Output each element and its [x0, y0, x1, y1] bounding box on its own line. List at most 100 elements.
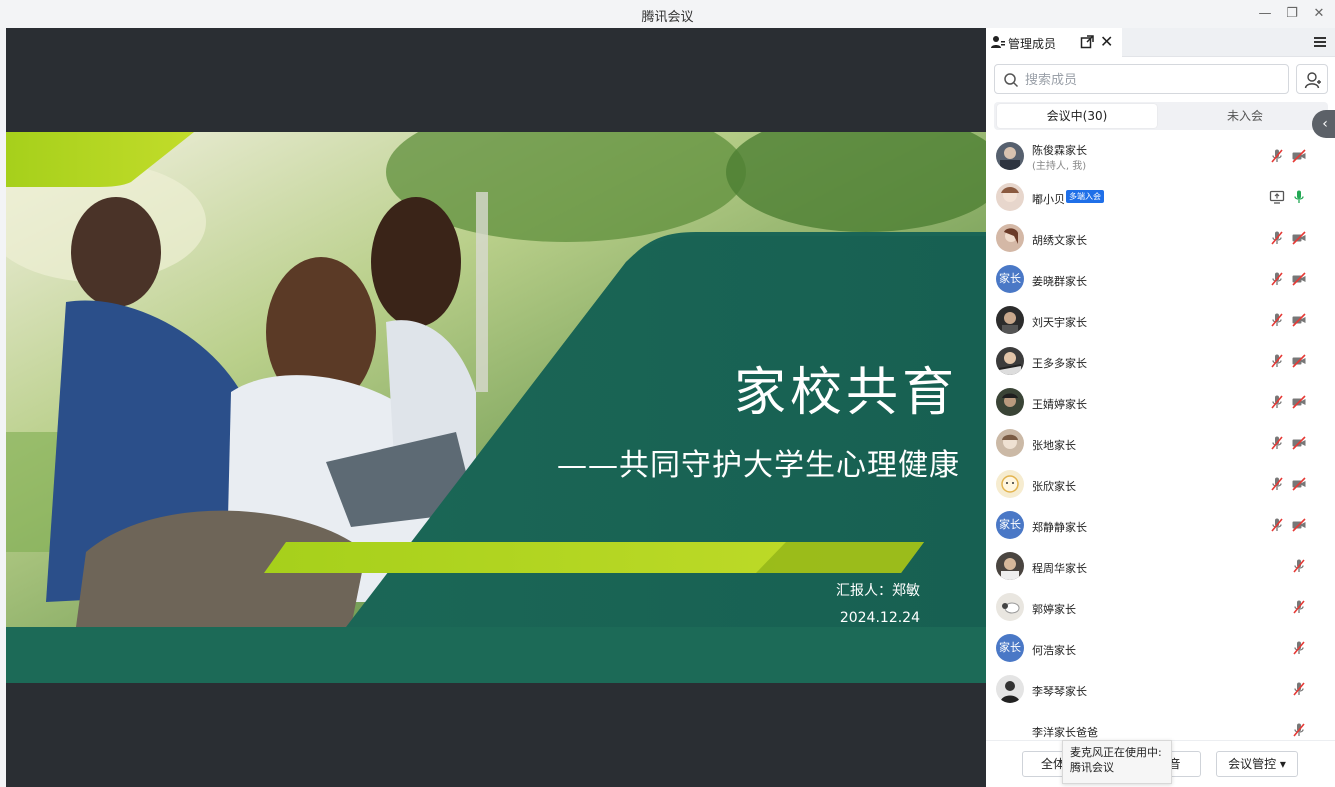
list-item[interactable]: 王多多家长: [986, 341, 1335, 382]
invite-member-button[interactable]: [1296, 64, 1328, 94]
avatar: [996, 183, 1024, 211]
mic-muted-icon[interactable]: [1269, 312, 1285, 328]
tab-manage-members[interactable]: 管理成员 ✕: [986, 28, 1122, 57]
camera-off-icon[interactable]: [1291, 148, 1307, 164]
mic-in-use-tooltip: 麦克风正在使用中: 腾讯会议: [1062, 740, 1172, 784]
avatar: [996, 675, 1024, 703]
member-name: 胡绣文家长: [1032, 234, 1087, 247]
list-item[interactable]: 家长 姜晓群家长: [986, 259, 1335, 300]
member-name: 李琴琴家长: [1032, 685, 1087, 698]
screen-share-icon[interactable]: [1269, 189, 1285, 205]
presentation-slide: 家校共育 ——共同守护大学生心理健康 汇报人：郑敏 2024.12.24: [6, 132, 986, 683]
mic-muted-icon[interactable]: [1291, 599, 1307, 615]
list-item[interactable]: 郭婷家长: [986, 587, 1335, 628]
member-name: 张欣家长: [1032, 480, 1076, 493]
panel-tab-label: 管理成员: [1008, 37, 1057, 51]
list-item[interactable]: 李琴琴家长: [986, 669, 1335, 710]
mic-muted-icon[interactable]: [1291, 640, 1307, 656]
close-window-button[interactable]: ✕: [1308, 4, 1330, 24]
mic-muted-icon[interactable]: [1269, 230, 1285, 246]
member-name: 王婧婷家长: [1032, 398, 1087, 411]
member-name: 嘟小贝: [1032, 193, 1065, 206]
camera-off-icon[interactable]: [1291, 476, 1307, 492]
mic-muted-icon[interactable]: [1269, 394, 1285, 410]
camera-off-icon[interactable]: [1291, 271, 1307, 287]
mic-muted-icon[interactable]: [1291, 722, 1307, 738]
multi-device-badge: 多端入会: [1066, 190, 1104, 203]
tab-not-joined[interactable]: 未入会: [1165, 104, 1325, 128]
slide-presenter: 汇报人：郑敏: [836, 583, 920, 599]
member-name: 郑静静家长: [1032, 521, 1087, 534]
camera-off-icon[interactable]: [1291, 353, 1307, 369]
collapse-panel-button[interactable]: ‹: [1312, 110, 1335, 138]
window-title: 腾讯会议: [641, 10, 694, 25]
mic-muted-icon[interactable]: [1291, 558, 1307, 574]
member-name: 姜晓群家长: [1032, 275, 1087, 288]
list-item[interactable]: 陈俊霖家长 (主持人, 我): [986, 136, 1335, 177]
list-item[interactable]: 家长 何浩家长: [986, 628, 1335, 669]
popout-icon[interactable]: [1080, 35, 1094, 49]
list-item[interactable]: 家长 郑静静家长: [986, 505, 1335, 546]
mic-muted-icon[interactable]: [1269, 148, 1285, 164]
meeting-control-button[interactable]: 会议管控 ▾: [1216, 751, 1298, 777]
list-item[interactable]: 嘟小贝 多端入会: [986, 177, 1335, 218]
mic-muted-icon[interactable]: [1269, 517, 1285, 533]
camera-off-icon[interactable]: [1291, 435, 1307, 451]
member-name: 刘天宇家长: [1032, 316, 1087, 329]
list-item[interactable]: 胡绣文家长: [986, 218, 1335, 259]
list-item[interactable]: 李洋家长爸爸: [986, 710, 1335, 740]
member-name: 郭婷家长: [1032, 603, 1076, 616]
member-name: 张地家长: [1032, 439, 1076, 452]
list-item[interactable]: 刘天宇家长: [986, 300, 1335, 341]
member-name: 陈俊霖家长: [1032, 144, 1087, 157]
avatar: [996, 593, 1024, 621]
restore-button[interactable]: ❐: [1281, 4, 1303, 24]
add-user-icon: [1304, 72, 1321, 89]
mic-muted-icon[interactable]: [1269, 476, 1285, 492]
member-panel: 管理成员 ✕ 会议中(30) 未入会 ‹: [986, 28, 1335, 787]
panel-header: 管理成员 ✕: [986, 28, 1335, 57]
search-input[interactable]: [1025, 70, 1275, 90]
member-segment-control: 会议中(30) 未入会: [994, 102, 1328, 130]
camera-off-icon[interactable]: [1291, 312, 1307, 328]
avatar: [996, 306, 1024, 334]
avatar: [996, 552, 1024, 580]
avatar: [996, 388, 1024, 416]
members-icon: [991, 36, 1005, 48]
mic-muted-icon[interactable]: [1291, 681, 1307, 697]
member-name: 王多多家长: [1032, 357, 1087, 370]
avatar: 家长: [996, 634, 1024, 662]
mic-muted-icon[interactable]: [1269, 435, 1285, 451]
search-icon: [1004, 73, 1019, 88]
slide-date: 2024.12.24: [839, 610, 920, 626]
shared-screen-stage: 家校共育 ——共同守护大学生心理健康 汇报人：郑敏 2024.12.24: [6, 28, 986, 787]
slide-subtitle: ——共同守护大学生心理健康: [557, 448, 960, 483]
member-list: 陈俊霖家长 (主持人, 我) 嘟小贝 多端入会 胡绣文家长 家长 姜晓群家长 刘…: [986, 136, 1335, 740]
list-item[interactable]: 王婧婷家长: [986, 382, 1335, 423]
slide-title: 家校共育: [733, 363, 958, 423]
tooltip-line-2: 腾讯会议: [1070, 761, 1114, 774]
mic-on-icon[interactable]: [1291, 189, 1307, 205]
member-name: 何浩家长: [1032, 644, 1076, 657]
mic-muted-icon[interactable]: [1269, 353, 1285, 369]
avatar: [996, 429, 1024, 457]
list-item[interactable]: 张欣家长: [986, 464, 1335, 505]
avatar: [996, 470, 1024, 498]
tab-in-meeting[interactable]: 会议中(30): [997, 104, 1157, 128]
camera-off-icon[interactable]: [1291, 230, 1307, 246]
menu-icon[interactable]: [1312, 34, 1328, 50]
tooltip-line-1: 麦克风正在使用中:: [1070, 746, 1162, 759]
member-role: (主持人, 我): [1032, 161, 1087, 172]
member-search: [994, 64, 1289, 94]
close-panel-icon[interactable]: ✕: [1100, 32, 1113, 51]
avatar: [996, 347, 1024, 375]
avatar: [996, 142, 1024, 170]
avatar: [996, 224, 1024, 252]
minimize-button[interactable]: —: [1254, 4, 1276, 24]
camera-off-icon[interactable]: [1291, 394, 1307, 410]
avatar: 家长: [996, 511, 1024, 539]
list-item[interactable]: 张地家长: [986, 423, 1335, 464]
mic-muted-icon[interactable]: [1269, 271, 1285, 287]
camera-off-icon[interactable]: [1291, 517, 1307, 533]
list-item[interactable]: 程周华家长: [986, 546, 1335, 587]
